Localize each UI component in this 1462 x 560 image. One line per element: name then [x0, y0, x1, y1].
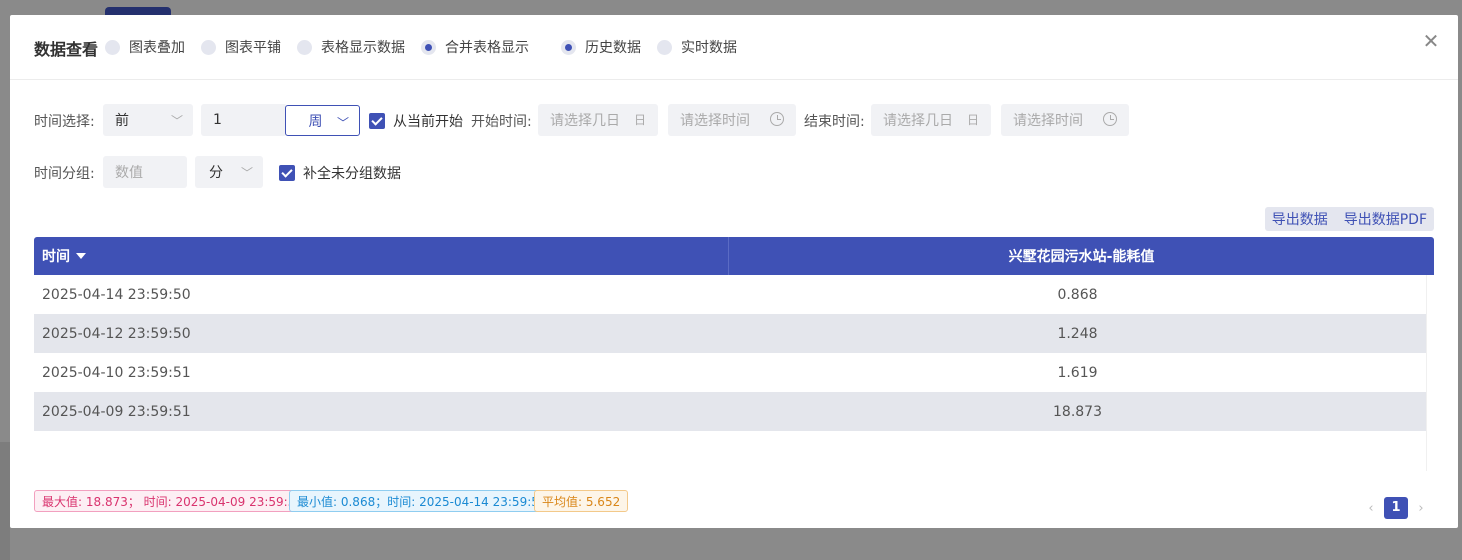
- unit-select[interactable]: 周 ﹀: [285, 105, 360, 136]
- from-now-label: 从当前开始: [393, 114, 463, 130]
- radio-label: 合并表格显示: [445, 40, 529, 56]
- calendar-icon: 日: [966, 113, 979, 127]
- time-column-header[interactable]: 时间: [34, 237, 729, 275]
- group-unit-value: 分: [209, 165, 223, 181]
- export-group: 导出数据 导出数据PDF: [1264, 207, 1434, 231]
- radio-chart-overlay[interactable]: 图表叠加: [105, 38, 185, 56]
- radio-dot: [297, 39, 312, 55]
- table-row: 2025-04-10 23:59:51 1.619: [34, 353, 1426, 392]
- start-date-placeholder: 请选择几日: [550, 113, 620, 129]
- cell-value: 18.873: [1053, 403, 1102, 420]
- radio-dot: [105, 39, 120, 55]
- end-time-input[interactable]: 请选择时间: [1001, 104, 1129, 136]
- min-value-badge: 最小值: 0.868；时间: 2025-04-14 23:59:50: [289, 490, 555, 512]
- sort-desc-icon[interactable]: [76, 253, 86, 259]
- unit-value: 周: [308, 113, 323, 130]
- table-row: 2025-04-12 23:59:50 1.248: [34, 314, 1426, 353]
- fill-ungrouped-checkbox[interactable]: 补全未分组数据: [279, 163, 401, 183]
- table-row: 2025-04-09 23:59:51 18.873: [34, 392, 1426, 431]
- close-icon[interactable]: ✕: [1422, 31, 1440, 51]
- check-icon: [279, 165, 295, 181]
- group-value-placeholder: 数值: [115, 165, 143, 181]
- start-date-input[interactable]: 请选择几日 日: [538, 104, 658, 136]
- time-select-label: 时间选择:: [34, 114, 95, 130]
- avg-value-badge: 平均值: 5.652: [534, 490, 629, 512]
- radio-label: 图表平铺: [225, 40, 281, 56]
- value-column-header: 兴墅花园污水站-能耗值: [1008, 249, 1155, 265]
- export-data-button[interactable]: 导出数据: [1272, 209, 1328, 229]
- cell-value: 1.619: [1057, 364, 1098, 381]
- data-table: 时间 兴墅花园污水站-能耗值 2025-04-14 23:59:50 0.868…: [34, 237, 1434, 471]
- cell-value: 0.868: [1057, 286, 1098, 303]
- count-input[interactable]: 1: [201, 104, 287, 136]
- direction-select[interactable]: 前 ﹀: [103, 104, 193, 136]
- radio-table-display[interactable]: 表格显示数据: [297, 38, 405, 56]
- dialog-header: 数据查看 图表叠加 图表平铺 表格显示数据 合并表格显示 历史数据 实时数据 ✕: [10, 15, 1458, 80]
- cell-time: 2025-04-10 23:59:51: [42, 364, 191, 381]
- data-view-dialog: 数据查看 图表叠加 图表平铺 表格显示数据 合并表格显示 历史数据 实时数据 ✕…: [10, 15, 1458, 528]
- cell-time: 2025-04-14 23:59:50: [42, 286, 191, 303]
- start-time-placeholder: 请选择时间: [680, 113, 750, 129]
- table-row: 2025-04-14 23:59:50 0.868: [34, 275, 1426, 314]
- time-group-label: 时间分组:: [34, 166, 95, 182]
- radio-label: 历史数据: [585, 40, 641, 56]
- export-pdf-button[interactable]: 导出数据PDF: [1344, 209, 1427, 229]
- count-value: 1: [213, 112, 222, 128]
- end-date-input[interactable]: 请选择几日 日: [871, 104, 991, 136]
- radio-label: 表格显示数据: [321, 40, 405, 56]
- end-time-label: 结束时间:: [804, 114, 865, 130]
- end-date-placeholder: 请选择几日: [883, 113, 953, 129]
- radio-chart-tile[interactable]: 图表平铺: [201, 38, 281, 56]
- time-header-label: 时间: [42, 249, 70, 265]
- radio-merged-table[interactable]: 合并表格显示: [421, 38, 529, 56]
- radio-history-data[interactable]: 历史数据: [561, 38, 641, 56]
- cell-time: 2025-04-09 23:59:51: [42, 403, 191, 420]
- from-now-checkbox[interactable]: 从当前开始: [369, 111, 463, 131]
- page-1-button[interactable]: 1: [1384, 497, 1408, 519]
- group-unit-select[interactable]: 分 ﹀: [195, 156, 263, 188]
- radio-dot: [421, 39, 436, 55]
- chevron-down-icon: ﹀: [336, 116, 349, 130]
- group-value-input[interactable]: 数值: [103, 156, 187, 188]
- radio-realtime-data[interactable]: 实时数据: [657, 38, 737, 56]
- radio-label: 实时数据: [681, 40, 737, 56]
- radio-dot: [561, 39, 576, 55]
- calendar-icon: 日: [633, 113, 646, 127]
- prev-page-icon[interactable]: ‹: [1364, 501, 1378, 516]
- pagination: ‹ 1 ›: [1364, 497, 1428, 519]
- chevron-down-icon: ﹀: [240, 166, 253, 180]
- end-time-placeholder: 请选择时间: [1013, 113, 1083, 129]
- next-page-icon[interactable]: ›: [1414, 501, 1428, 516]
- check-icon: [369, 113, 385, 129]
- chevron-down-icon: ﹀: [170, 114, 183, 128]
- clock-icon: [770, 112, 784, 126]
- radio-dot: [657, 39, 672, 55]
- table-header: 时间 兴墅花园污水站-能耗值: [34, 237, 1434, 275]
- start-time-label: 开始时间:: [471, 114, 532, 130]
- max-value-badge: 最大值: 18.873； 时间: 2025-04-09 23:59:51: [34, 490, 311, 512]
- start-time-input[interactable]: 请选择时间: [668, 104, 796, 136]
- fill-ungrouped-label: 补全未分组数据: [303, 166, 401, 182]
- clock-icon: [1103, 112, 1117, 126]
- dialog-title: 数据查看: [34, 40, 99, 59]
- cell-value: 1.248: [1057, 325, 1098, 342]
- radio-dot: [201, 39, 216, 55]
- cell-time: 2025-04-12 23:59:50: [42, 325, 191, 342]
- table-scrollbar[interactable]: [1426, 275, 1434, 471]
- radio-label: 图表叠加: [129, 40, 185, 56]
- backdrop-strip: [0, 442, 10, 560]
- direction-value: 前: [115, 113, 129, 129]
